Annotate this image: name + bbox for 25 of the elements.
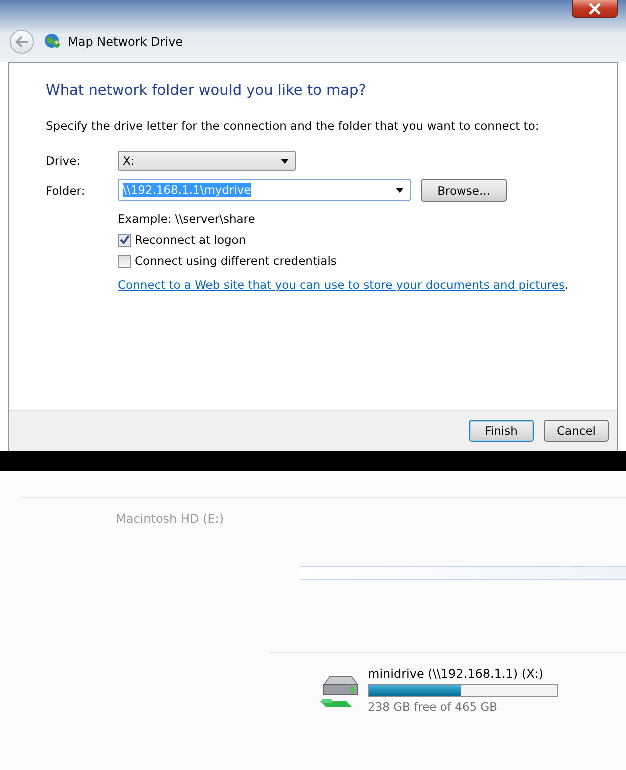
dialog-button[interactable]: Cancel [544,420,609,442]
dialog-button[interactable]: Finish [469,420,534,442]
checkbox-label: Connect using different credentials [135,254,337,268]
example-text: Example: \\server\share [118,212,256,226]
dropdown-arrow-icon [396,188,404,192]
instruction-text: Specify the drive letter for the connection and the folder that you want to connect to: [46,119,540,133]
drive-label: Macintosh HD (E:) [116,512,226,526]
checkbox[interactable] [118,254,131,268]
checkbox[interactable] [118,234,131,246]
web-site-link[interactable]: Connect to a Web site that you can use to store your documents and pictures [118,278,565,292]
close-icon [588,2,602,14]
folder-label: Folder: [46,184,86,198]
back-arrow-icon [15,36,29,48]
drive-dropdown[interactable]: X: [118,151,296,171]
network-globe-icon [44,33,62,51]
drive-name: minidrive (\\192.168.1.1) (X:) [368,667,545,681]
drive-label: Drive: [46,154,82,168]
free-space-text: 238 GB free of 465 GB [368,700,499,714]
close-button[interactable] [572,0,618,18]
checkbox-label: Reconnect at logon [135,233,246,247]
dialog-heading: What network folder would you like to map? [46,83,368,99]
browse-button[interactable]: Browse... [421,179,507,202]
window-title: Map Network Drive [68,35,184,49]
period-text: . [564,278,569,292]
dropdown-arrow-icon [281,158,289,164]
